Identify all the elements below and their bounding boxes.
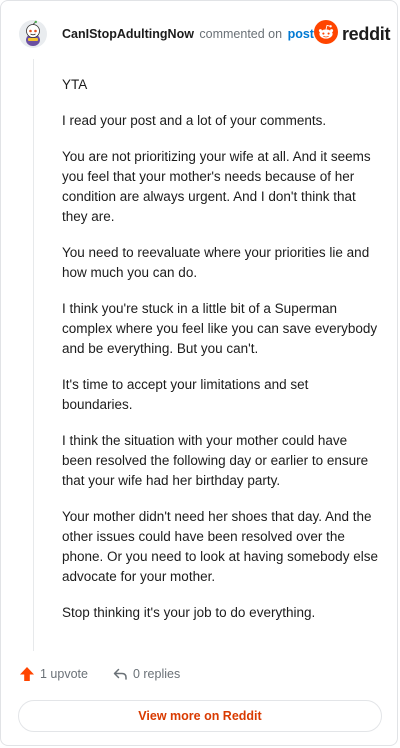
- view-more-button[interactable]: View more on Reddit: [18, 700, 382, 732]
- reddit-logo-icon: [313, 19, 338, 49]
- upvote-count: 1 upvote: [40, 667, 88, 681]
- snoo-avatar-icon[interactable]: [19, 20, 47, 48]
- comment-paragraph: I read your post and a lot of your comme…: [62, 113, 327, 128]
- comment-paragraph: I think you're stuck in a little bit of …: [62, 301, 378, 356]
- reply-count: 0 replies: [132, 667, 181, 681]
- replies-button[interactable]: 0 replies: [112, 666, 180, 682]
- reddit-wordmark: reddit: [341, 23, 391, 44]
- upvote-arrow-icon: [19, 666, 40, 682]
- upvote-button[interactable]: 1 upvote: [19, 666, 88, 682]
- comment-paragraph: Stop thinking it's your job to do everyt…: [62, 605, 316, 620]
- comment-paragraph: I think the situation with your mother c…: [62, 433, 369, 488]
- comment-paragraph: YTA: [62, 77, 88, 92]
- comment-meta: CanIStopAdultingNow commented on post: [62, 27, 314, 41]
- comment-body: YTA I read your post and a lot of your c…: [62, 75, 380, 639]
- reddit-brand[interactable]: reddit: [313, 19, 391, 49]
- comment-embed-card: CanIStopAdultingNow commented on post re…: [0, 0, 398, 746]
- thread-line[interactable]: [33, 59, 34, 651]
- comment-paragraph: You need to reevaluate where your priori…: [62, 245, 370, 280]
- comment-paragraph: It's time to accept your limitations and…: [62, 377, 309, 412]
- reply-icon: [112, 666, 133, 682]
- action-text: commented on: [199, 27, 283, 41]
- post-link[interactable]: post: [288, 27, 314, 41]
- comment-paragraph: You are not prioritizing your wife at al…: [62, 149, 371, 224]
- comment-header: CanIStopAdultingNow commented on post re…: [19, 19, 390, 49]
- comment-paragraph: Your mother didn't need her shoes that d…: [62, 509, 378, 584]
- comment-footer: 1 upvote 0 replies: [19, 666, 180, 682]
- username-link[interactable]: CanIStopAdultingNow: [62, 27, 194, 41]
